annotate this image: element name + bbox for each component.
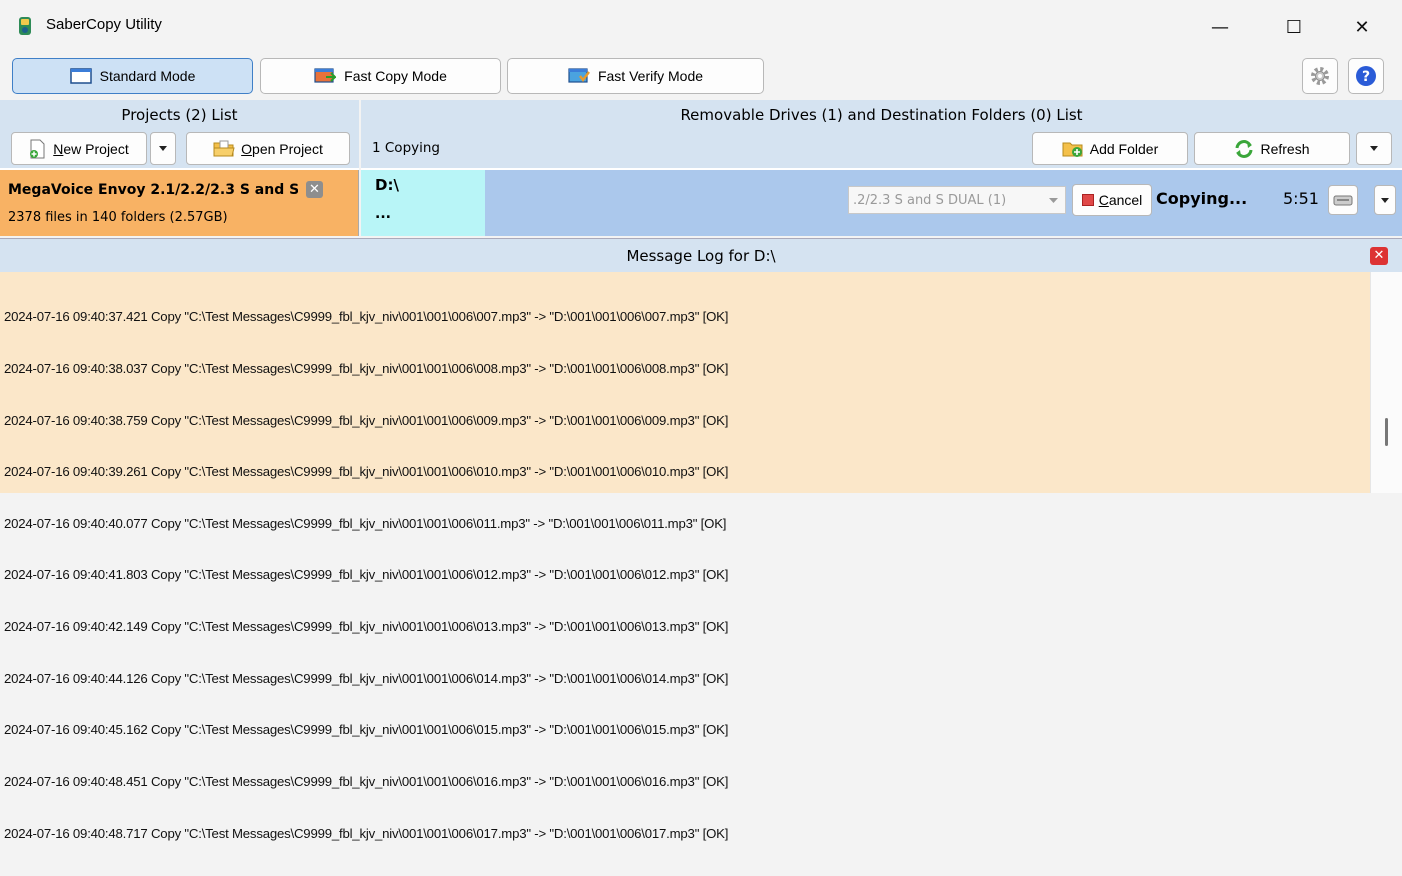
log-scroll-thumb[interactable] bbox=[1385, 418, 1388, 446]
close-button[interactable]: ✕ bbox=[1334, 0, 1390, 54]
chevron-down-icon bbox=[1381, 197, 1389, 203]
open-project-label: pen Project bbox=[252, 140, 323, 157]
standard-mode-button[interactable]: Standard Mode bbox=[12, 58, 253, 94]
open-project-mnemonic: O bbox=[241, 140, 253, 157]
drives-toolbar: 1 Copying Add Folder Refresh bbox=[361, 130, 1402, 168]
log-line: 2024-07-16 09:40:42.149 Copy "C:\Test Me… bbox=[4, 619, 729, 635]
svg-text:?: ? bbox=[1362, 69, 1370, 85]
settings-button[interactable] bbox=[1302, 58, 1338, 94]
refresh-label: Refresh bbox=[1260, 140, 1310, 157]
cancel-button[interactable]: Cancel bbox=[1072, 184, 1152, 216]
log-line: 2024-07-16 09:40:38.759 Copy "C:\Test Me… bbox=[4, 412, 729, 428]
stop-icon bbox=[1081, 194, 1094, 206]
fast-verify-mode-button[interactable]: Fast Verify Mode bbox=[507, 58, 764, 94]
gear-icon bbox=[1311, 67, 1329, 85]
standard-mode-label: Standard Mode bbox=[99, 68, 196, 84]
copying-status: 1 Copying bbox=[372, 140, 441, 156]
log-line: 2024-07-16 09:40:37.421 Copy "C:\Test Me… bbox=[4, 309, 729, 325]
minimize-icon: — bbox=[1211, 16, 1229, 38]
new-project-mnemonic: N bbox=[53, 140, 64, 157]
fast-copy-icon bbox=[314, 68, 337, 83]
close-log-icon[interactable]: ✕ bbox=[1370, 247, 1388, 265]
fast-verify-icon bbox=[568, 68, 590, 83]
maximize-icon: ☐ bbox=[1285, 16, 1303, 38]
new-project-label: ew Project bbox=[63, 140, 129, 157]
mode-toolbar: Standard Mode Fast Copy Mode Fast Verify… bbox=[0, 54, 1402, 100]
help-button[interactable]: ? bbox=[1348, 58, 1384, 94]
message-log-lines: 2024-07-16 09:40:37.421 Copy "C:\Test Me… bbox=[4, 274, 1364, 876]
cancel-label: ancel bbox=[1108, 192, 1143, 208]
drive-label-cell: D:\ ... bbox=[361, 170, 485, 236]
project-info: 2378 files in 140 folders (2.57GB) bbox=[8, 210, 228, 225]
minimize-button[interactable]: — bbox=[1192, 0, 1248, 54]
log-scrollbar[interactable] bbox=[1370, 272, 1402, 493]
drive-menu-dropdown[interactable] bbox=[1374, 185, 1396, 215]
drive-icon bbox=[1333, 195, 1353, 206]
chevron-down-icon bbox=[1370, 146, 1378, 151]
drive-project-select[interactable]: .2/2.3 S and S DUAL (1) bbox=[848, 186, 1066, 214]
projects-toolbar: New Project Open Project bbox=[0, 130, 359, 168]
window-icon bbox=[69, 68, 92, 84]
add-folder-icon bbox=[1062, 142, 1083, 157]
fast-copy-mode-label: Fast Copy Mode bbox=[344, 68, 447, 84]
log-line: 2024-07-16 09:40:48.717 Copy "C:\Test Me… bbox=[4, 825, 729, 841]
log-line: 2024-07-16 09:40:39.261 Copy "C:\Test Me… bbox=[4, 464, 729, 480]
log-line: 2024-07-16 09:40:48.451 Copy "C:\Test Me… bbox=[4, 773, 729, 789]
drives-header: Removable Drives (1) and Destination Fol… bbox=[361, 100, 1402, 130]
log-line: 2024-07-16 09:40:44.126 Copy "C:\Test Me… bbox=[4, 670, 729, 686]
drives-menu-dropdown[interactable] bbox=[1356, 132, 1392, 165]
title-bar: SaberCopy Utility — ☐ ✕ bbox=[0, 0, 1402, 54]
refresh-icon bbox=[1235, 139, 1253, 158]
chevron-down-icon bbox=[159, 146, 167, 151]
new-project-button[interactable]: New Project bbox=[11, 132, 147, 165]
maximize-button[interactable]: ☐ bbox=[1266, 0, 1322, 54]
chevron-down-icon bbox=[1049, 198, 1058, 203]
time-remaining: 5:51 bbox=[1283, 189, 1319, 208]
log-line: 2024-07-16 09:40:38.037 Copy "C:\Test Me… bbox=[4, 361, 729, 377]
drive-detail: ... bbox=[375, 206, 391, 222]
drive-project-select-value: .2/2.3 S and S DUAL (1) bbox=[853, 192, 1007, 208]
drive-row[interactable]: D:\ ... .2/2.3 S and S DUAL (1) Cancel C… bbox=[361, 170, 1402, 236]
project-item[interactable]: MegaVoice Envoy 2.1/2.2/2.3 S and S DUAL… bbox=[0, 170, 359, 236]
message-log-panel: Message Log for D:\ ✕ 2024-07-16 09:40:3… bbox=[0, 238, 1402, 841]
cancel-mnemonic: C bbox=[1098, 192, 1109, 208]
fast-copy-mode-button[interactable]: Fast Copy Mode bbox=[260, 58, 501, 94]
message-log-title: Message Log for D:\ bbox=[626, 246, 776, 265]
projects-panel: Projects (2) List New Project Open Proje… bbox=[0, 100, 359, 236]
projects-header: Projects (2) List bbox=[0, 100, 359, 130]
project-close-icon[interactable]: ✕ bbox=[306, 181, 323, 198]
open-project-button[interactable]: Open Project bbox=[186, 132, 350, 165]
message-log-header: Message Log for D:\ ✕ bbox=[0, 238, 1402, 272]
refresh-button[interactable]: Refresh bbox=[1194, 132, 1350, 165]
new-file-icon bbox=[30, 139, 45, 158]
drives-panel: Removable Drives (1) and Destination Fol… bbox=[361, 100, 1402, 236]
add-folder-label: Add Folder bbox=[1089, 140, 1159, 157]
help-icon: ? bbox=[1356, 66, 1376, 86]
new-project-dropdown[interactable] bbox=[150, 132, 176, 165]
window-title: SaberCopy Utility bbox=[46, 16, 162, 33]
log-line: 2024-07-16 09:40:41.803 Copy "C:\Test Me… bbox=[4, 567, 729, 583]
project-name: MegaVoice Envoy 2.1/2.2/2.3 S and S DUAL bbox=[8, 182, 298, 198]
drive-name: D:\ bbox=[375, 176, 399, 194]
open-folder-icon bbox=[213, 140, 235, 156]
close-icon: ✕ bbox=[1354, 16, 1370, 38]
drive-state: Copying... bbox=[1156, 189, 1248, 208]
log-line: 2024-07-16 09:40:45.162 Copy "C:\Test Me… bbox=[4, 722, 729, 738]
add-folder-button[interactable]: Add Folder bbox=[1032, 132, 1188, 165]
log-line: 2024-07-16 09:40:40.077 Copy "C:\Test Me… bbox=[4, 515, 727, 531]
app-icon bbox=[19, 17, 31, 35]
fast-verify-mode-label: Fast Verify Mode bbox=[597, 68, 704, 84]
eject-drive-button[interactable] bbox=[1328, 185, 1358, 215]
